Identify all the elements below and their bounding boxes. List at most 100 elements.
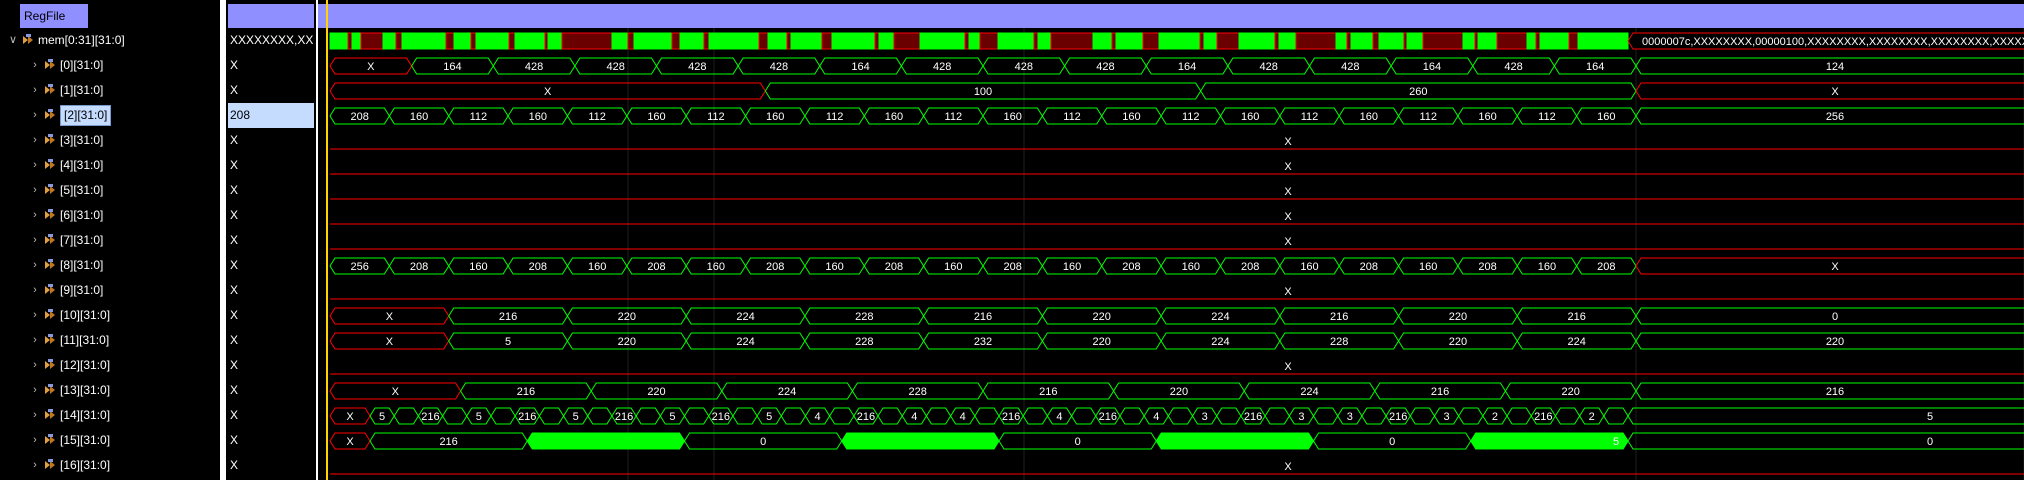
signal-row-5[interactable]: › [4][31:0]: [0, 153, 220, 178]
expand-chevron-icon[interactable]: ›: [28, 128, 42, 153]
bus-segment: [1466, 32, 1476, 50]
expand-chevron-icon[interactable]: ›: [28, 403, 42, 428]
expand-chevron-icon[interactable]: ›: [28, 453, 42, 478]
signal-row-7[interactable]: › [6][31:0]: [0, 203, 220, 228]
bus-value-label: 112: [826, 111, 844, 123]
signal-row-15[interactable]: › [14][31:0]: [0, 403, 220, 428]
expand-chevron-icon[interactable]: ›: [28, 278, 42, 303]
signal-row-3[interactable]: › [2][31:0]: [0, 103, 220, 128]
signal-row-4[interactable]: › [3][31:0]: [0, 128, 220, 153]
bus-value-label: 160: [1538, 261, 1556, 273]
signal-row-8[interactable]: › [7][31:0]: [0, 228, 220, 253]
bus-value-label: 224: [1211, 336, 1229, 348]
bus-value-label: 428: [525, 61, 543, 73]
expand-chevron-icon[interactable]: ›: [28, 78, 42, 103]
bus-segment: [547, 32, 558, 50]
bus-value-label: 164: [443, 61, 461, 73]
undefined-segment: [561, 32, 613, 50]
bus-segment: [441, 32, 447, 50]
expand-chevron-icon[interactable]: ›: [28, 103, 42, 128]
bus-value-label: 216: [1567, 311, 1585, 323]
bus-value-label: 216: [1389, 411, 1407, 423]
undefined-label: X: [1284, 361, 1292, 373]
signal-row-13[interactable]: › [12][31:0]: [0, 353, 220, 378]
expand-chevron-icon[interactable]: ›: [28, 428, 42, 453]
bus-segment: [441, 407, 468, 425]
expand-chevron-icon[interactable]: ›: [28, 203, 42, 228]
expand-chevron-icon[interactable]: ›: [28, 253, 42, 278]
signal-value: X: [230, 458, 239, 472]
bus-value-label: 164: [1178, 61, 1196, 73]
waveform-canvas[interactable]: 0000007c,XXXXXXXX,00000100,XXXXXXXX,XXXX…: [318, 0, 2024, 480]
bus-segment: [1635, 307, 2024, 325]
bus-value-label: 100: [974, 86, 992, 98]
bus-value-label: 220: [647, 386, 665, 398]
undefined-segment: [821, 32, 833, 50]
collapse-chevron-icon[interactable]: ∨: [6, 28, 20, 53]
bus-segment: [974, 407, 1000, 425]
undefined-segment: [627, 32, 635, 50]
bus-value-label: 160: [766, 111, 784, 123]
time-cursor[interactable]: [326, 0, 328, 480]
bus-segment: [1244, 32, 1276, 50]
bus-value-label: 216: [1002, 411, 1020, 423]
bus-segment: [526, 432, 686, 450]
bus-value-label: 5: [766, 411, 772, 423]
signal-row-12[interactable]: › [11][31:0]: [0, 328, 220, 353]
bus-value-label: 4: [1056, 411, 1062, 423]
signal-row-1[interactable]: › [0][31:0]: [0, 53, 220, 78]
signal-row-11[interactable]: › [10][31:0]: [0, 303, 220, 328]
bus-icon: [45, 459, 55, 469]
signal-row-17[interactable]: › [16][31:0]: [0, 453, 220, 478]
bus-value-label: 5: [669, 411, 675, 423]
expand-chevron-icon[interactable]: ›: [28, 353, 42, 378]
bus-segment: [456, 32, 472, 50]
undefined-segment: [1422, 32, 1464, 50]
bus-value-label: 208: [1241, 261, 1259, 273]
signal-row-10[interactable]: › [9][31:0]: [0, 278, 220, 303]
expand-chevron-icon[interactable]: ›: [28, 328, 42, 353]
signal-value: X: [230, 133, 239, 147]
bus-icon: [45, 109, 55, 119]
bus-value-label: X: [386, 311, 394, 323]
bus-segment: [538, 407, 565, 425]
signal-row-9[interactable]: › [8][31:0]: [0, 253, 220, 278]
bus-value-label: 2: [1492, 411, 1498, 423]
bus-segment: [1119, 407, 1145, 425]
undefined-segment: [395, 32, 403, 50]
expand-chevron-icon[interactable]: ›: [28, 303, 42, 328]
bus-value-label: 160: [1241, 111, 1259, 123]
signal-row-16[interactable]: › [15][31:0]: [0, 428, 220, 453]
bus-value-label: 160: [1182, 261, 1200, 273]
waveform-panel[interactable]: 0000007c,XXXXXXXX,00000100,XXXXXXXX,XXXX…: [318, 0, 2024, 480]
group-header-regfile[interactable]: RegFile: [20, 4, 88, 28]
bus-segment: [1491, 32, 1498, 50]
bus-segment: [1290, 32, 1297, 50]
bus-value-label: 224: [1300, 386, 1318, 398]
expand-chevron-icon[interactable]: ›: [28, 378, 42, 403]
bus-value-label: 428: [688, 61, 706, 73]
signal-value: X: [230, 58, 239, 72]
signal-row-2[interactable]: › [1][31:0]: [0, 78, 220, 103]
bus-value-label: 256: [1826, 111, 1844, 123]
bus-segment: [732, 407, 758, 425]
bus-value-label: 208: [1597, 261, 1615, 273]
bus-value-label: 428: [1504, 61, 1522, 73]
signal-row-6[interactable]: › [5][31:0]: [0, 178, 220, 203]
bus-value-label: 160: [1004, 111, 1022, 123]
signal-row-mem[interactable]: ∨ mem[0:31][31:0]: [0, 28, 220, 53]
expand-chevron-icon[interactable]: ›: [28, 178, 42, 203]
expand-chevron-icon[interactable]: ›: [28, 53, 42, 78]
bus-segment: [1155, 432, 1315, 450]
bus-value-label: 208: [885, 261, 903, 273]
signal-row-14[interactable]: › [13][31:0]: [0, 378, 220, 403]
expand-chevron-icon[interactable]: ›: [28, 153, 42, 178]
bus-value-label: 160: [1478, 111, 1496, 123]
expand-chevron-icon[interactable]: ›: [28, 228, 42, 253]
bus-value-label: 208: [529, 261, 547, 273]
signal-name-label: [4][31:0]: [60, 158, 104, 172]
bus-icon: [45, 209, 55, 219]
bus-value-label: 208: [1004, 261, 1022, 273]
undefined-segment: [874, 32, 880, 50]
bus-segment: [1338, 32, 1348, 50]
